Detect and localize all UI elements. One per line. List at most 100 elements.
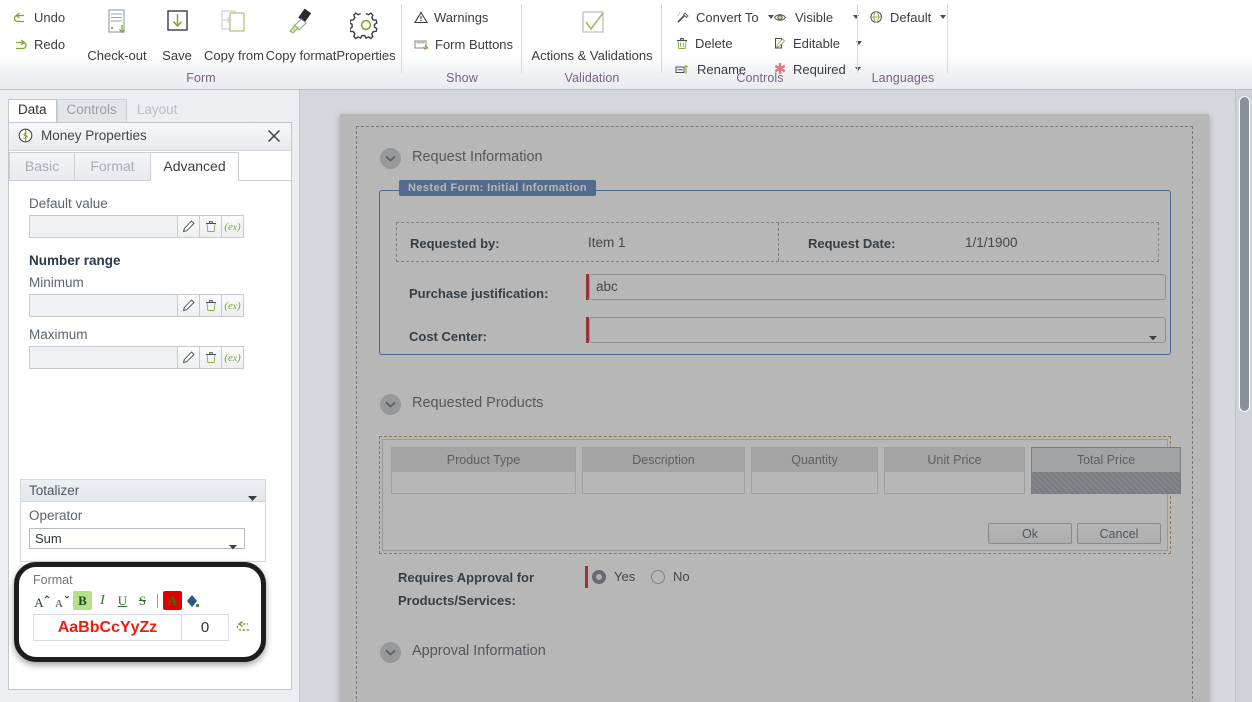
subtab-format[interactable]: Format (74, 152, 151, 181)
radio-yes[interactable] (592, 570, 606, 584)
vertical-scrollbar[interactable] (1235, 90, 1252, 702)
chevron-down-icon[interactable] (380, 394, 401, 415)
column-body[interactable] (1032, 472, 1180, 494)
delete-label: Delete (695, 35, 733, 51)
italic-icon[interactable]: I (93, 591, 112, 610)
checkbox-check-icon (529, 5, 655, 45)
cancel-button[interactable]: Cancel (1077, 523, 1161, 544)
redo-button[interactable]: Redo (10, 33, 68, 55)
chevron-down-icon[interactable] (229, 537, 237, 555)
default-language-button[interactable]: Default (866, 6, 949, 28)
check-out-button[interactable]: Check-out (80, 5, 154, 63)
visible-button[interactable]: Visible (770, 6, 865, 28)
check-out-icon (80, 5, 154, 45)
toolbar-divider (157, 593, 158, 608)
ok-button[interactable]: Ok (988, 523, 1072, 544)
requires-approval-label-line2: Products/Services: (398, 593, 516, 608)
form-buttons-label: Form Buttons (435, 36, 514, 52)
warnings-button[interactable]: Warnings (411, 6, 516, 28)
table-column-unit-price[interactable]: Unit Price (884, 447, 1025, 494)
section-header[interactable]: Approval Information (368, 632, 1181, 673)
editable-button[interactable]: Editable (770, 32, 865, 54)
column-header: Description (583, 448, 744, 472)
requested-by-value[interactable]: Item 1 (588, 235, 626, 250)
clear-trash-icon[interactable] (200, 294, 222, 317)
totalizer-section-header[interactable]: Totalizer (20, 479, 266, 502)
cost-center-select[interactable] (589, 317, 1166, 343)
bold-icon[interactable]: B (73, 591, 92, 610)
tab-controls[interactable]: Controls (56, 99, 127, 123)
ribbon-group-form-label: Form (186, 71, 216, 85)
ribbon-group-validation: Actions & Validations Validation (522, 0, 662, 89)
subtab-advanced[interactable]: Advanced (150, 152, 239, 181)
products-grid-outline: Product Type Description Quantity Unit P… (379, 436, 1181, 554)
svg-text:A: A (55, 598, 63, 609)
globe-icon (870, 11, 882, 23)
save-button[interactable]: Save (152, 5, 202, 63)
edit-pencil-icon[interactable] (178, 215, 200, 238)
actions-validations-label: Actions & Validations (531, 48, 653, 63)
tab-data[interactable]: Data (8, 99, 57, 123)
reset-format-icon[interactable] (235, 619, 253, 640)
money-icon: S (18, 128, 33, 148)
clear-trash-icon[interactable] (200, 346, 222, 369)
minimum-input[interactable] (29, 294, 178, 317)
edit-pencil-icon[interactable] (178, 346, 200, 369)
table-column-total-price[interactable]: Total Price (1031, 447, 1181, 494)
table-column-product-type[interactable]: Product Type (391, 447, 576, 494)
clear-trash-icon[interactable] (200, 215, 222, 238)
edit-pencil-icon[interactable] (178, 294, 200, 317)
font-color-glyph: A (167, 592, 178, 608)
purchase-justification-input[interactable]: abc (589, 274, 1166, 300)
panel-title: Money Properties (41, 128, 147, 143)
undo-button[interactable]: Undo (10, 6, 68, 28)
table-column-description[interactable]: Description (582, 447, 745, 494)
delete-button[interactable]: Delete (672, 32, 777, 54)
formula-icon[interactable]: (e x) (222, 346, 244, 369)
minimum-label: Minimum (29, 275, 84, 290)
highlight-color-icon[interactable] (183, 591, 202, 610)
panel-tab-strip: Data Controls Layout (8, 98, 188, 123)
chevron-down-icon[interactable] (1149, 328, 1157, 346)
strikethrough-icon[interactable]: S (133, 591, 152, 610)
chevron-down-icon[interactable] (380, 148, 401, 169)
radio-no[interactable] (651, 570, 665, 584)
close-icon[interactable] (265, 127, 283, 145)
save-label: Save (162, 48, 192, 63)
formula-icon[interactable]: (e x) (222, 215, 244, 238)
decrease-font-size-icon[interactable]: A (53, 591, 72, 610)
nested-form-initial-information: Nested Form: Initial Information Request… (379, 180, 1171, 355)
operator-value: Sum (35, 531, 62, 546)
increase-font-size-icon[interactable]: A (33, 591, 52, 610)
section-header[interactable]: Request Information (368, 138, 1181, 179)
ribbon-toolbar: Undo Redo Check-out Save Copy from Copy … (0, 0, 1252, 90)
request-date-value[interactable]: 1/1/1900 (965, 235, 1018, 250)
default-value-row: (e x) (29, 215, 244, 238)
subtab-filler (238, 150, 291, 181)
maximum-label: Maximum (29, 327, 88, 342)
default-value-input[interactable] (29, 215, 178, 238)
formula-icon[interactable]: (e x) (222, 294, 244, 317)
ribbon-group-validation-label: Validation (564, 71, 620, 85)
check-out-label: Check-out (87, 48, 147, 63)
chevron-down-icon[interactable] (940, 14, 947, 19)
maximum-row: (e x) (29, 346, 244, 369)
form-buttons-button[interactable]: Form Buttons (411, 33, 516, 55)
subtab-basic[interactable]: Basic (9, 152, 75, 181)
editable-page-icon (775, 37, 786, 48)
actions-validations-button[interactable]: Actions & Validations (529, 5, 655, 63)
italic-glyph: I (100, 592, 105, 608)
section-header[interactable]: Requested Products (368, 384, 1181, 425)
request-date-label: Request Date: (808, 236, 896, 251)
maximum-input[interactable] (29, 346, 178, 369)
scrollbar-thumb[interactable] (1239, 96, 1250, 412)
properties-button[interactable]: Properties (330, 5, 402, 63)
bold-glyph: B (78, 592, 87, 608)
font-color-icon[interactable]: A (163, 591, 182, 610)
number-range-heading: Number range (29, 253, 121, 268)
table-column-quantity[interactable]: Quantity (751, 447, 878, 494)
convert-to-button[interactable]: Convert To (672, 6, 777, 28)
operator-select[interactable]: Sum (29, 528, 245, 550)
underline-icon[interactable]: U (113, 591, 132, 610)
chevron-down-icon[interactable] (380, 642, 401, 663)
